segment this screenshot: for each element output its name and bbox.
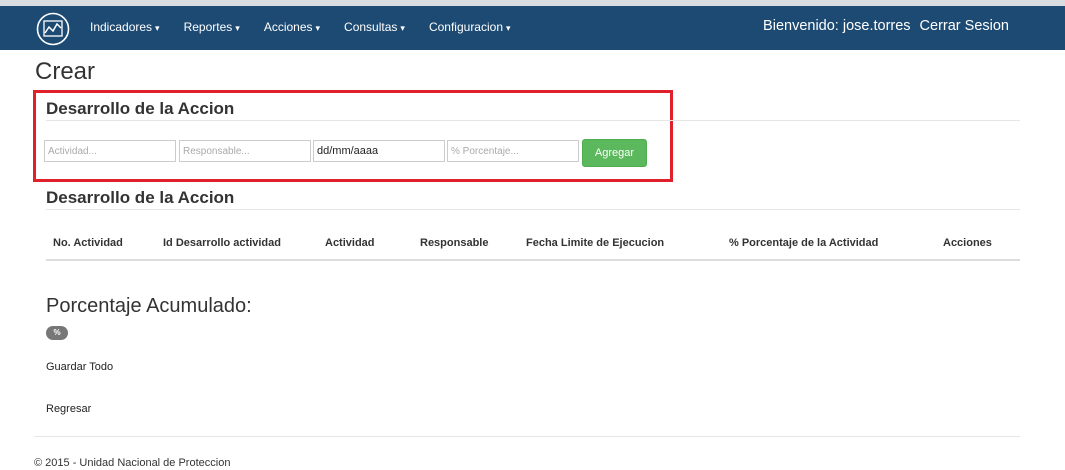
user-area: Bienvenido: jose.torres Cerrar Sesion bbox=[763, 18, 1009, 34]
footer-text: © 2015 - Unidad Nacional de Proteccion bbox=[34, 457, 231, 469]
menu-reportes[interactable]: Reportes ▾ bbox=[184, 20, 240, 34]
logout-link[interactable]: Cerrar Sesion bbox=[920, 18, 1009, 34]
footer-divider bbox=[34, 436, 1020, 437]
form-section-title: Desarrollo de la Accion bbox=[46, 99, 235, 118]
accumulated-title: Porcentaje Acumulado: bbox=[46, 295, 252, 317]
top-navbar: Indicadores ▾ Reportes ▾ Acciones ▾ Consult… bbox=[0, 0, 1065, 50]
menu-indicadores[interactable]: Indicadores ▾ bbox=[90, 20, 160, 34]
actividad-input[interactable] bbox=[44, 140, 176, 162]
table-header-actividad: Actividad bbox=[325, 237, 375, 249]
page-title: Crear bbox=[35, 58, 96, 85]
guardar-todo-link[interactable]: Guardar Todo bbox=[46, 361, 113, 373]
table-section-title: Desarrollo de la Accion bbox=[46, 188, 235, 207]
table-divider bbox=[46, 259, 1020, 261]
table-header-porcentaje: % Porcentaje de la Actividad bbox=[729, 237, 879, 249]
divider bbox=[46, 120, 1020, 121]
chart-line-icon[interactable] bbox=[36, 12, 70, 46]
caret-down-icon: ▾ bbox=[400, 23, 405, 33]
table-header-no-actividad: No. Actividad bbox=[53, 237, 123, 249]
table-header-id-desarrollo: Id Desarrollo actividad bbox=[163, 237, 281, 249]
regresar-link[interactable]: Regresar bbox=[46, 403, 91, 415]
table-header-responsable: Responsable bbox=[420, 237, 489, 249]
divider bbox=[46, 209, 1020, 210]
menu-configuracion[interactable]: Configuracion ▾ bbox=[429, 20, 511, 34]
percent-badge: % bbox=[46, 326, 68, 340]
welcome-text: Bienvenido: jose.torres bbox=[763, 18, 911, 34]
caret-down-icon: ▾ bbox=[155, 23, 160, 33]
caret-down-icon: ▾ bbox=[235, 23, 240, 33]
fecha-input[interactable] bbox=[313, 140, 445, 162]
caret-down-icon: ▾ bbox=[315, 23, 321, 33]
porcentaje-input[interactable] bbox=[447, 140, 579, 162]
table-header-fecha-limite: Fecha Limite de Ejecucion bbox=[526, 237, 665, 249]
main-menu: Indicadores ▾ Reportes ▾ Acciones ▾ Consult… bbox=[90, 20, 535, 34]
table-header-acciones: Acciones bbox=[943, 237, 992, 249]
menu-acciones[interactable]: Acciones ▾ bbox=[264, 20, 320, 34]
responsable-input[interactable] bbox=[179, 140, 311, 162]
agregar-button[interactable]: Agregar bbox=[582, 139, 647, 167]
menu-consultas[interactable]: Consultas ▾ bbox=[344, 20, 405, 34]
caret-down-icon: ▾ bbox=[506, 23, 511, 33]
